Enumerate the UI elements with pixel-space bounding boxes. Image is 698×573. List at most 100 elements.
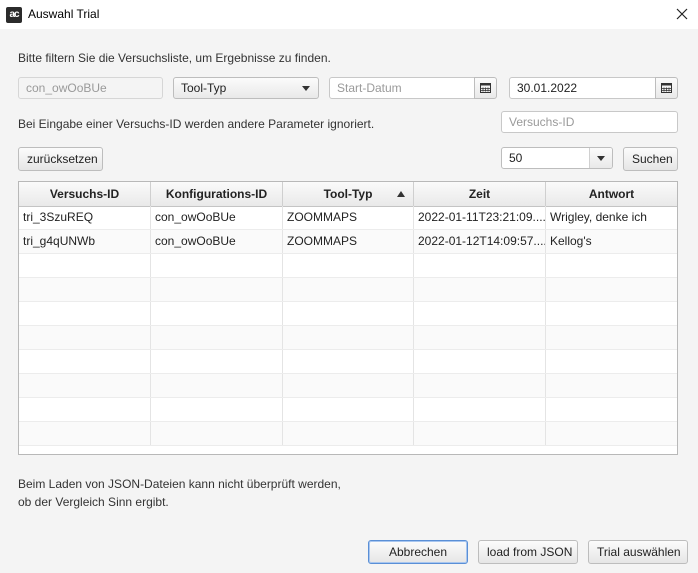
table-cell bbox=[283, 374, 414, 397]
table-cell bbox=[546, 374, 677, 397]
table-cell bbox=[151, 350, 283, 373]
table-cell bbox=[19, 302, 151, 325]
table-cell: 2022-01-11T23:21:09.... bbox=[414, 206, 546, 229]
table-cell bbox=[414, 350, 546, 373]
start-date-input[interactable]: Start-Datum bbox=[329, 77, 475, 99]
chevron-down-icon bbox=[302, 86, 310, 91]
table-header: Versuchs-ID Konfigurations-ID Tool-Typ Z… bbox=[19, 182, 677, 207]
calendar-icon bbox=[661, 83, 672, 93]
end-date-input[interactable]: 30.01.2022 bbox=[509, 77, 656, 99]
column-header-tool-type[interactable]: Tool-Typ bbox=[283, 182, 414, 206]
table-cell bbox=[546, 278, 677, 301]
table-cell bbox=[283, 326, 414, 349]
table-cell bbox=[151, 302, 283, 325]
limit-value: 50 bbox=[509, 151, 523, 165]
load-json-button[interactable]: load from JSON bbox=[478, 540, 578, 564]
table-cell: ZOOMMAPS bbox=[283, 206, 414, 229]
table-cell bbox=[283, 350, 414, 373]
table-row-empty bbox=[19, 326, 677, 350]
table-row-empty bbox=[19, 350, 677, 374]
start-date-calendar-button[interactable] bbox=[474, 77, 497, 99]
table-cell bbox=[546, 422, 677, 445]
table-cell bbox=[414, 398, 546, 421]
table-row[interactable]: tri_3SzuREQ con_owOoBUe ZOOMMAPS 2022-01-11… bbox=[19, 206, 677, 230]
window-title: Auswahl Trial bbox=[28, 7, 100, 21]
table-cell bbox=[414, 254, 546, 277]
calendar-icon bbox=[480, 83, 491, 93]
table-cell: Kellog's bbox=[550, 234, 592, 248]
table-row-empty bbox=[19, 398, 677, 422]
json-warning-line-1: Beim Laden von JSON-Dateien kann nicht ü… bbox=[18, 477, 341, 491]
table-cell bbox=[151, 278, 283, 301]
table-cell: con_owOoBUe bbox=[151, 206, 283, 229]
column-header-tool-type-label: Tool-Typ bbox=[323, 187, 373, 201]
table-row-empty bbox=[19, 254, 677, 278]
sort-ascending-icon bbox=[397, 191, 405, 197]
table-row-empty bbox=[19, 374, 677, 398]
table-cell bbox=[19, 254, 151, 277]
close-icon bbox=[676, 8, 688, 20]
cancel-button[interactable]: Abbrechen bbox=[368, 540, 468, 564]
end-date-calendar-button[interactable] bbox=[655, 77, 678, 99]
title-bar: ac Auswahl Trial bbox=[0, 0, 698, 29]
table-cell bbox=[283, 254, 414, 277]
tool-type-label: Tool-Typ bbox=[181, 81, 227, 95]
table-cell bbox=[151, 254, 283, 277]
search-button[interactable]: Suchen bbox=[623, 147, 678, 171]
instructions-text: Bitte filtern Sie die Versuchsliste, um … bbox=[18, 51, 331, 65]
table-cell bbox=[283, 422, 414, 445]
table-cell bbox=[19, 374, 151, 397]
table-cell: ZOOMMAPS bbox=[283, 230, 414, 253]
start-date-placeholder: Start-Datum bbox=[337, 81, 402, 95]
table-cell bbox=[546, 350, 677, 373]
table-cell bbox=[283, 398, 414, 421]
app-icon: ac bbox=[6, 7, 22, 23]
limit-dropdown-button[interactable] bbox=[589, 148, 612, 168]
table-cell bbox=[19, 350, 151, 373]
column-header-answer[interactable]: Antwort bbox=[546, 182, 677, 206]
table-cell bbox=[546, 254, 677, 277]
column-header-trial-id[interactable]: Versuchs-ID bbox=[19, 182, 151, 206]
table-cell bbox=[19, 422, 151, 445]
table-row-empty bbox=[19, 422, 677, 446]
limit-dropdown[interactable]: 50 bbox=[501, 147, 613, 169]
column-header-config-id[interactable]: Konfigurations-ID bbox=[151, 182, 283, 206]
config-id-field: con_owOoBUe bbox=[18, 77, 163, 99]
table-cell: tri_g4qUNWb bbox=[19, 230, 151, 253]
trial-id-input[interactable]: Versuchs-ID bbox=[501, 111, 678, 133]
trials-table: Versuchs-ID Konfigurations-ID Tool-Typ Z… bbox=[18, 181, 678, 455]
table-cell: Wrigley, denke ich bbox=[550, 210, 647, 224]
table-cell bbox=[19, 398, 151, 421]
table-cell: 2022-01-12T14:09:57.... bbox=[414, 230, 546, 253]
table-cell: tri_3SzuREQ bbox=[19, 206, 151, 229]
column-header-time[interactable]: Zeit bbox=[414, 182, 546, 206]
table-cell bbox=[151, 326, 283, 349]
table-cell bbox=[283, 302, 414, 325]
table-cell bbox=[546, 326, 677, 349]
trial-id-note: Bei Eingabe einer Versuchs-ID werden and… bbox=[18, 117, 375, 131]
table-cell bbox=[19, 326, 151, 349]
table-cell bbox=[546, 302, 677, 325]
dialog-body: Bitte filtern Sie die Versuchsliste, um … bbox=[0, 29, 698, 573]
table-cell bbox=[414, 302, 546, 325]
table-cell bbox=[151, 374, 283, 397]
table-cell bbox=[546, 398, 677, 421]
table-cell bbox=[151, 398, 283, 421]
trial-id-placeholder: Versuchs-ID bbox=[509, 115, 575, 129]
table-cell bbox=[414, 422, 546, 445]
close-button[interactable] bbox=[668, 0, 698, 29]
select-trial-button[interactable]: Trial auswählen bbox=[588, 540, 688, 564]
reset-button[interactable]: zurücksetzen bbox=[18, 147, 103, 171]
json-warning-line-2: ob der Vergleich Sinn ergibt. bbox=[18, 495, 169, 509]
table-row-empty bbox=[19, 278, 677, 302]
table-cell bbox=[414, 326, 546, 349]
chevron-down-icon bbox=[597, 156, 605, 161]
table-cell bbox=[414, 374, 546, 397]
table-cell bbox=[151, 422, 283, 445]
table-row-empty bbox=[19, 302, 677, 326]
table-cell bbox=[19, 278, 151, 301]
table-cell: con_owOoBUe bbox=[151, 230, 283, 253]
tool-type-dropdown[interactable]: Tool-Typ bbox=[173, 77, 319, 99]
table-cell bbox=[414, 278, 546, 301]
table-row[interactable]: tri_g4qUNWb con_owOoBUe ZOOMMAPS 2022-01-12… bbox=[19, 230, 677, 254]
